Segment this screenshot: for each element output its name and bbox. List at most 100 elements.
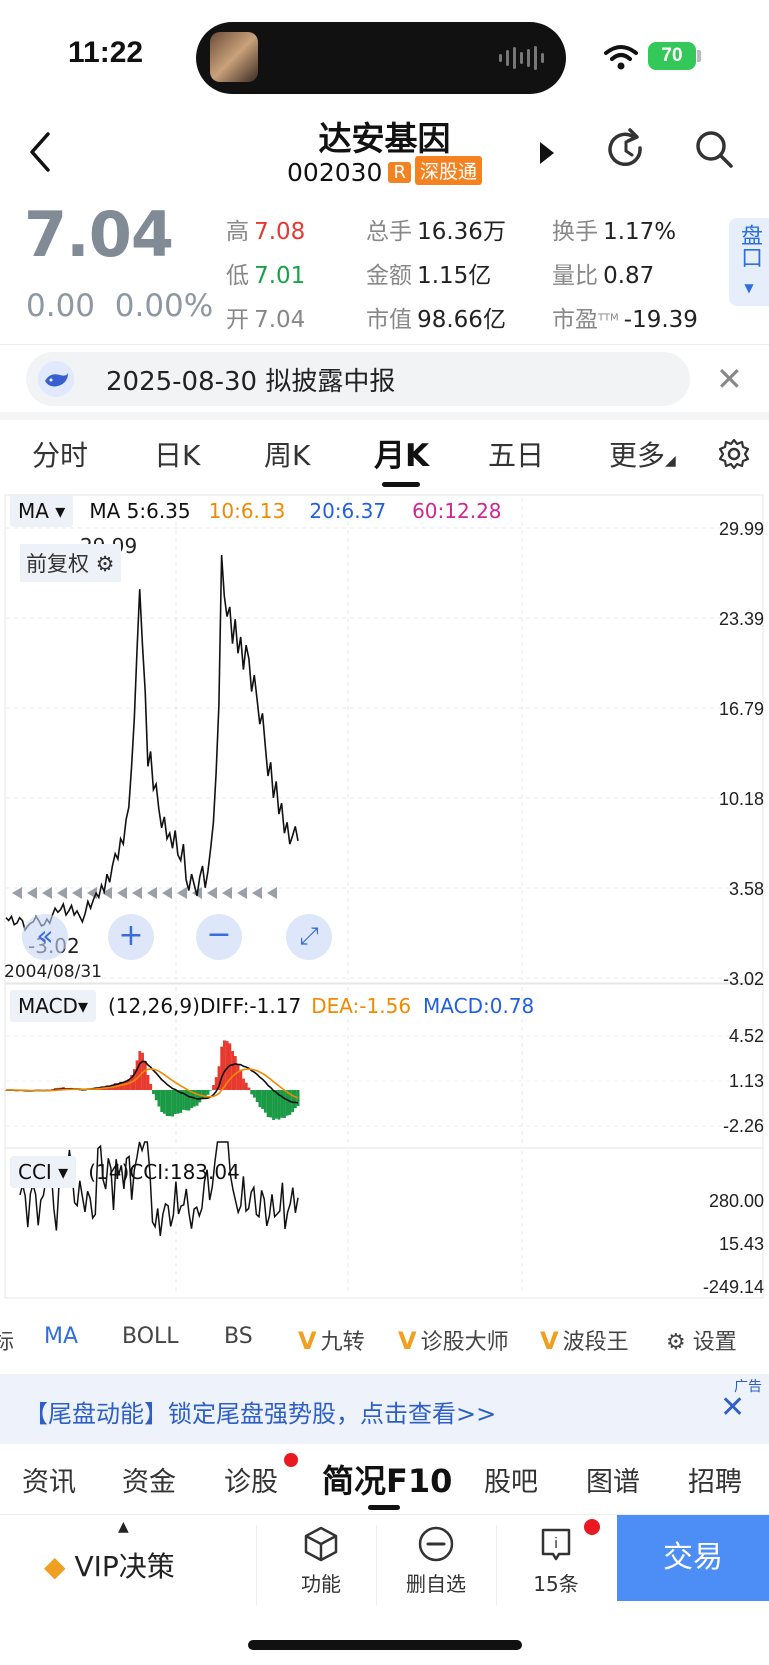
macd-bar — [149, 1083, 153, 1090]
trade-button[interactable]: 交易 — [617, 1515, 769, 1601]
battery-indicator: 70 — [648, 42, 696, 70]
quote-high: 高 7.08 — [226, 219, 306, 245]
tab-f10[interactable]: 简况F10 — [322, 1456, 452, 1502]
v-icon: V — [398, 1327, 417, 1355]
expand-icon[interactable]: ⤢ — [286, 914, 332, 960]
next-stock-icon[interactable] — [538, 140, 556, 166]
macd-bar — [242, 1078, 245, 1090]
badge-market: 深股通 — [414, 156, 482, 185]
macd-bar — [176, 1090, 180, 1114]
macd-bar — [280, 1090, 284, 1118]
price-tick-label: 10.18 — [719, 789, 764, 809]
indicator-item[interactable]: 标 — [0, 1324, 14, 1356]
vip-decision-button[interactable]: ◆ VIP决策 — [44, 1545, 175, 1585]
macd-bar — [206, 1090, 210, 1095]
quote-low: 低 7.01 — [226, 263, 306, 289]
macd-tick-label: 1.13 — [729, 1071, 764, 1091]
zoom-out-icon[interactable]: − — [196, 914, 242, 960]
cci-indicator-select[interactable]: CCI ▾ — [10, 1156, 77, 1188]
tab-graph[interactable]: 图谱 — [586, 1460, 640, 1499]
notification-dot — [584, 1519, 600, 1535]
last-price: 7.04 — [24, 198, 174, 271]
tab-intraday[interactable]: 分时 — [32, 434, 88, 474]
indicator-boduan[interactable]: V 波段王 — [540, 1324, 629, 1356]
tab-monthly-k[interactable]: 月K — [374, 430, 429, 475]
quote-mktcap: 市值 98.66亿 — [366, 307, 506, 333]
dynamic-island[interactable] — [196, 22, 566, 94]
tab-weekly-k[interactable]: 周K — [264, 434, 310, 474]
chart-start-date: 2004/08/31 — [4, 962, 102, 982]
macd-bar — [198, 1090, 202, 1103]
tab-diagnose[interactable]: 诊股 — [224, 1460, 278, 1499]
indicator-bs[interactable]: BS — [224, 1324, 253, 1349]
adjust-mode-chip[interactable]: 前复权 ⚙ — [20, 544, 121, 582]
now-playing-thumbnail — [210, 32, 258, 82]
macd-bar — [266, 1090, 270, 1118]
diamond-icon: ◆ — [44, 1550, 66, 1583]
gear-icon[interactable] — [718, 438, 750, 470]
macd-bar — [154, 1090, 158, 1101]
quote-volratio: 量比 0.87 — [552, 263, 655, 289]
tab-forum[interactable]: 股吧 — [484, 1460, 538, 1499]
messages-button[interactable]: i 15条 — [530, 1525, 582, 1597]
tab-capital[interactable]: 资金 — [122, 1460, 176, 1499]
macd-bar — [263, 1090, 267, 1113]
macd-legend: MACD▾ (12,26,9)DIFF:-1.17 DEA:-1.56 MACD… — [10, 990, 534, 1022]
tab-daily-k[interactable]: 日K — [154, 434, 200, 474]
v-icon: V — [540, 1327, 559, 1355]
chevron-up-icon[interactable]: ▲ — [118, 1519, 129, 1535]
macd-bar — [236, 1064, 240, 1090]
scroll-arrow-icon — [222, 887, 232, 899]
macd-bar — [293, 1090, 297, 1109]
function-button[interactable]: 功能 — [292, 1525, 350, 1597]
order-book-tab[interactable]: 盘口 ▼ — [729, 218, 769, 306]
scroll-arrow-icon — [72, 887, 82, 899]
quote-open: 开 7.04 — [226, 307, 306, 333]
macd-bar — [212, 1085, 215, 1090]
ma5-value: MA 5:6.35 — [89, 499, 191, 523]
macd-tick-label: -2.26 — [723, 1116, 764, 1136]
ad-banner[interactable]: 【尾盘动能】锁定尾盘强势股，点击查看>> 广告 ✕ — [0, 1374, 769, 1444]
macd-bar — [231, 1051, 235, 1090]
indicator-jiuzhuan[interactable]: V 九转 — [298, 1324, 365, 1356]
scroll-arrow-icon — [252, 887, 262, 899]
indicator-ma[interactable]: MA — [44, 1324, 78, 1349]
refresh-icon[interactable] — [604, 128, 648, 172]
tab-more[interactable]: 更多◢ — [609, 434, 676, 474]
tab-news[interactable]: 资讯 — [22, 1460, 76, 1499]
zoom-in-icon[interactable]: + — [108, 914, 154, 960]
close-icon[interactable]: ✕ — [720, 1390, 745, 1425]
tab-jobs[interactable]: 招聘 — [688, 1460, 742, 1499]
indicator-settings[interactable]: ⚙ 设置 — [666, 1324, 737, 1356]
scroll-arrow-icon — [132, 887, 142, 899]
scroll-arrow-icon — [207, 887, 217, 899]
macd-bar — [152, 1090, 155, 1095]
active-tab-indicator — [382, 482, 420, 487]
indicator-boll[interactable]: BOLL — [122, 1324, 179, 1349]
cci-legend: CCI ▾ (14)CCI:183.04 — [10, 1156, 240, 1188]
macd-indicator-select[interactable]: MACD▾ — [10, 990, 96, 1022]
price-tick-label: 23.39 — [719, 609, 764, 629]
search-icon[interactable] — [693, 128, 735, 170]
macd-bar — [291, 1090, 295, 1113]
macd-bar — [239, 1070, 243, 1090]
divider — [0, 344, 769, 345]
close-icon[interactable]: ✕ — [716, 360, 743, 398]
macd-bar — [168, 1090, 172, 1117]
macd-bar — [261, 1090, 265, 1109]
macd-bar — [201, 1090, 204, 1099]
quote-amount: 金额 1.15亿 — [366, 263, 492, 289]
macd-bar — [187, 1090, 191, 1111]
wifi-icon — [604, 45, 638, 70]
scroll-left-icon[interactable]: « — [22, 914, 68, 960]
macd-bar — [220, 1046, 224, 1090]
indicator-zhengu[interactable]: V 诊股大师 — [398, 1324, 509, 1356]
notice-banner[interactable]: 2025-08-30 拟披露中报 — [26, 352, 690, 406]
macd-bar — [244, 1082, 248, 1090]
ma-indicator-select[interactable]: MA ▾ — [10, 495, 74, 527]
cci-tick-label: 280.00 — [709, 1191, 764, 1211]
macd-bar — [253, 1090, 256, 1098]
tab-five-day[interactable]: 五日 — [488, 434, 544, 474]
message-icon: i — [541, 1528, 571, 1561]
remove-watchlist-button[interactable]: 删自选 — [402, 1525, 470, 1597]
